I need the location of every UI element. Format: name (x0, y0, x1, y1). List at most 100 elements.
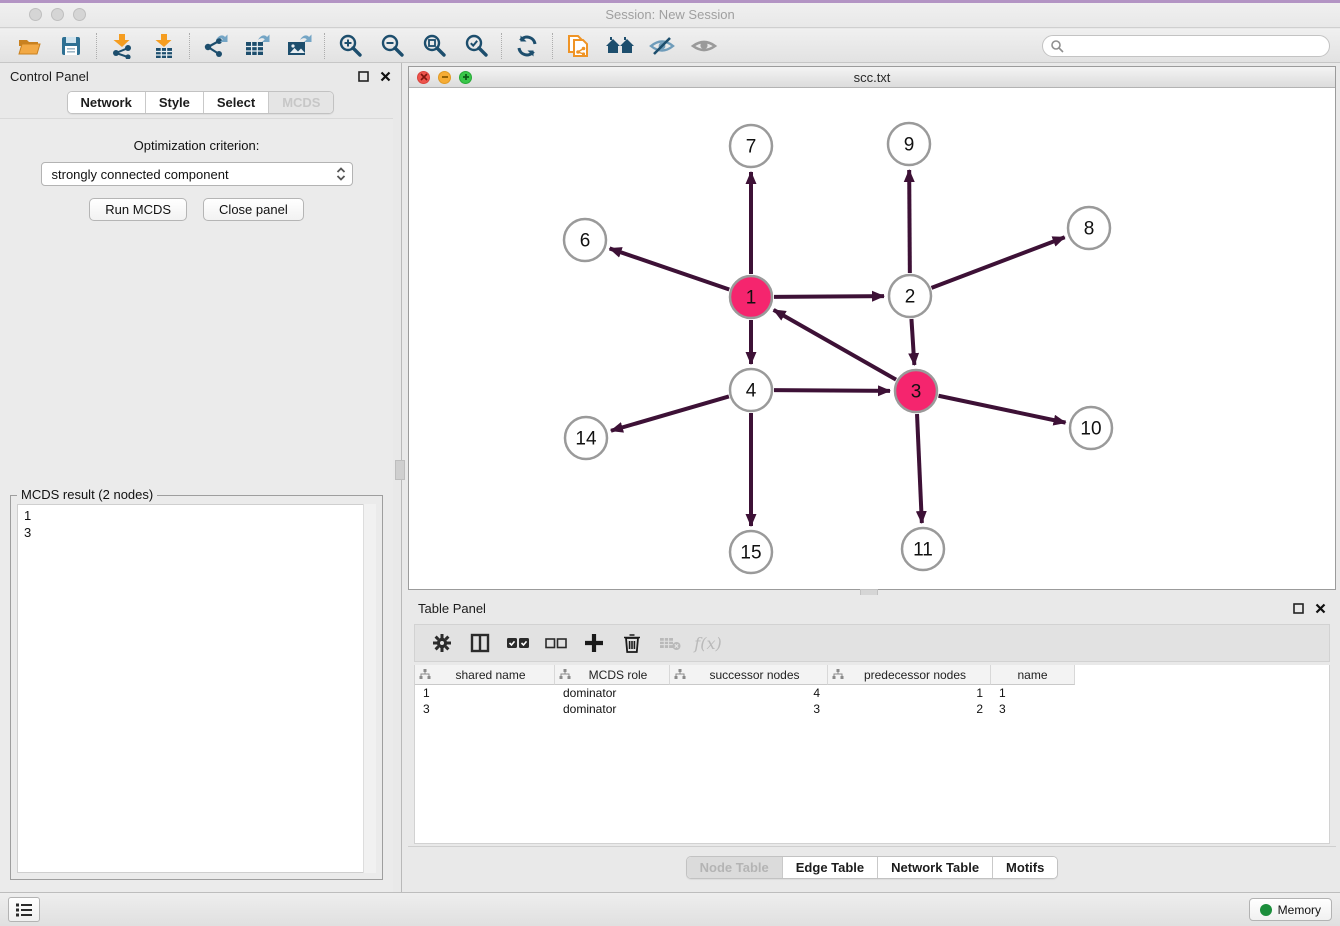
add-column-button[interactable] (577, 628, 611, 658)
graph-node-label: 2 (905, 287, 916, 308)
table-tab-bar: Node TableEdge TableNetwork TableMotifs (408, 846, 1336, 888)
graph-edge-4-3[interactable] (774, 390, 890, 391)
optimization-criterion-label: Optimization criterion: (0, 138, 393, 153)
graph-edge-2-8[interactable] (932, 237, 1065, 288)
graph-edge-2-9[interactable] (909, 170, 910, 273)
table-cell[interactable]: dominator (555, 701, 670, 717)
result-item[interactable]: 1 (24, 507, 369, 524)
graph-edge-3-11[interactable] (917, 414, 922, 523)
node-table[interactable]: shared name MCDS role successor nodesprede… (414, 665, 1330, 844)
network-window-titlebar[interactable]: scc.txt (409, 67, 1335, 88)
tab-select[interactable]: Select (204, 92, 269, 113)
result-list-scrollbar[interactable] (363, 504, 376, 873)
network-canvas[interactable]: 7968124314101511 (409, 88, 1335, 589)
table-row[interactable]: 1dominator411 (415, 685, 1329, 701)
search-field[interactable] (1042, 35, 1330, 57)
table-cell[interactable]: 1 (415, 685, 555, 701)
table-settings-button[interactable] (425, 628, 459, 658)
float-table-panel-button[interactable] (1290, 600, 1306, 616)
mcds-panel: Optimization criterion: strongly connect… (0, 118, 393, 892)
run-mcds-button[interactable]: Run MCDS (89, 198, 187, 221)
float-panel-button[interactable] (355, 68, 371, 84)
float-icon (1293, 603, 1304, 614)
close-table-panel-button[interactable] (1312, 600, 1328, 616)
vertical-splitter-handle[interactable] (395, 460, 405, 480)
network-graph[interactable]: 7968124314101511 (409, 88, 1335, 589)
table-row[interactable]: 3dominator323 (415, 701, 1329, 717)
close-panel-button[interactable] (377, 68, 393, 84)
split-columns-button[interactable] (463, 628, 497, 658)
select-all-columns-button[interactable] (501, 628, 535, 658)
home-layout-button[interactable] (599, 31, 641, 61)
float-icon (358, 71, 369, 82)
tab-mcds[interactable]: MCDS (269, 92, 333, 113)
open-folder-icon (16, 33, 42, 59)
import-network-button[interactable] (101, 31, 143, 61)
column-type-icon (419, 669, 431, 680)
column-type-icon (674, 669, 686, 680)
close-mcds-panel-button[interactable]: Close panel (203, 198, 304, 221)
import-table-button[interactable] (143, 31, 185, 61)
os-titlebar: Session: New Session (0, 0, 1340, 28)
table-cell[interactable]: 1 (828, 685, 991, 701)
unselect-all-columns-button[interactable] (539, 628, 573, 658)
export-image-button[interactable] (278, 31, 320, 61)
function-builder-button[interactable]: f(x) (691, 628, 725, 658)
table-cell[interactable]: 3 (670, 701, 828, 717)
column-header-successor-nodes[interactable]: successor nodes (670, 665, 828, 685)
zoom-in-icon (337, 33, 363, 59)
tab-network[interactable]: Network (68, 92, 146, 113)
hide-selected-button[interactable] (641, 31, 683, 61)
chevron-updown-icon (336, 166, 346, 182)
column-header-MCDS-role[interactable]: MCDS role (555, 665, 670, 685)
table-cell[interactable]: 1 (991, 685, 1075, 701)
trash-icon (622, 632, 642, 654)
table-cell[interactable]: 4 (670, 685, 828, 701)
graph-node-label: 11 (913, 540, 933, 561)
table-cell[interactable]: 2 (828, 701, 991, 717)
graph-edge-4-14[interactable] (611, 396, 729, 430)
column-type-icon (832, 669, 844, 680)
graph-edge-1-2[interactable] (774, 296, 884, 297)
graph-edge-3-1[interactable] (774, 310, 896, 380)
refresh-view-button[interactable] (506, 31, 548, 61)
import-network-icon (109, 33, 135, 59)
column-header-label: MCDS role (571, 668, 665, 682)
memory-button[interactable]: Memory (1249, 898, 1332, 921)
table-cell[interactable]: 3 (991, 701, 1075, 717)
zoom-out-button[interactable] (371, 31, 413, 61)
task-list-icon (15, 902, 33, 918)
task-history-button[interactable] (8, 897, 40, 922)
zoom-fit-button[interactable] (413, 31, 455, 61)
tab-motifs[interactable]: Motifs (993, 857, 1057, 878)
tab-network-table[interactable]: Network Table (878, 857, 993, 878)
network-document-icon (565, 32, 591, 60)
delete-column-button[interactable] (615, 628, 649, 658)
delete-table-button[interactable] (653, 628, 687, 658)
mcds-result-list[interactable]: 13 (17, 504, 376, 873)
show-all-button[interactable] (683, 31, 725, 61)
criterion-select[interactable]: strongly connected component (41, 162, 353, 186)
tab-style[interactable]: Style (146, 92, 204, 113)
column-header-predecessor-nodes[interactable]: predecessor nodes (828, 665, 991, 685)
save-session-button[interactable] (50, 31, 92, 61)
column-header-name[interactable]: name (991, 665, 1075, 685)
open-session-button[interactable] (8, 31, 50, 61)
zoom-selected-button[interactable] (455, 31, 497, 61)
tab-node-table[interactable]: Node Table (687, 857, 783, 878)
toolbar-separator (552, 33, 553, 59)
graph-edge-3-10[interactable] (939, 396, 1066, 423)
search-input[interactable] (1064, 37, 1329, 55)
table-cell[interactable]: 3 (415, 701, 555, 717)
table-cell[interactable]: dominator (555, 685, 670, 701)
result-item[interactable]: 3 (24, 524, 369, 541)
export-network-button[interactable] (194, 31, 236, 61)
graph-node-label: 7 (746, 137, 757, 158)
export-table-button[interactable] (236, 31, 278, 61)
tab-edge-table[interactable]: Edge Table (783, 857, 878, 878)
graph-edge-1-6[interactable] (610, 248, 730, 289)
graph-edge-2-3[interactable] (911, 319, 914, 365)
zoom-in-button[interactable] (329, 31, 371, 61)
network-from-document-button[interactable] (557, 31, 599, 61)
column-header-shared-name[interactable]: shared name (415, 665, 555, 685)
